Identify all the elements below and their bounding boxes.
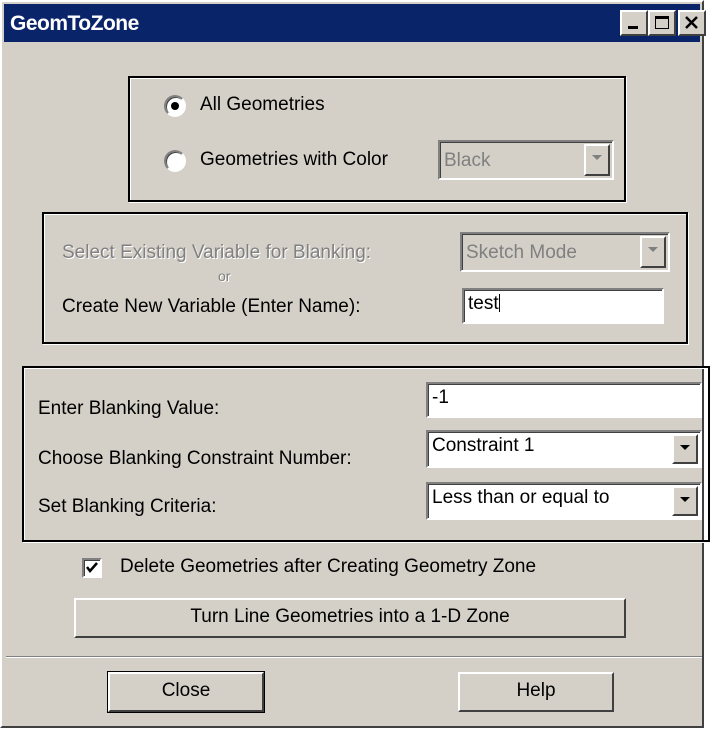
- blanking-criteria-select[interactable]: Less than or equal to: [426, 482, 702, 520]
- line-geometries-to-1d-zone-label: Turn Line Geometries into a 1-D Zone: [190, 606, 510, 627]
- help-button[interactable]: Help: [458, 672, 614, 712]
- blanking-constraint-select[interactable]: Constraint 1: [426, 430, 702, 468]
- chevron-down-icon: [592, 155, 602, 160]
- existing-variable-value: Sketch Mode: [466, 242, 577, 263]
- blanking-value-input[interactable]: -1: [426, 382, 702, 418]
- line-geometries-to-1d-zone-button[interactable]: Turn Line Geometries into a 1-D Zone: [74, 598, 626, 638]
- chevron-down-icon: [680, 497, 690, 502]
- chevron-down-icon: [648, 247, 658, 252]
- radio-selected-dot: [171, 102, 179, 110]
- color-dropdown-button[interactable]: [584, 144, 610, 176]
- or-label: or: [218, 268, 231, 284]
- maximize-icon: [655, 16, 669, 29]
- blanking-constraint-label: Choose Blanking Constraint Number:: [38, 448, 352, 469]
- blanking-criteria-value: Less than or equal to: [432, 487, 610, 508]
- delete-geometries-label[interactable]: Delete Geometries after Creating Geometr…: [120, 556, 536, 578]
- window-title: GeomToZone: [10, 12, 139, 35]
- all-geometries-radio[interactable]: [164, 95, 186, 117]
- close-icon: [685, 16, 698, 29]
- title-bar[interactable]: GeomToZone: [4, 4, 706, 42]
- constraint-dropdown-button[interactable]: [672, 434, 698, 464]
- checkmark-icon: [86, 562, 98, 573]
- close-button-label: Close: [161, 680, 211, 701]
- existing-variable-dropdown-button[interactable]: [640, 236, 666, 268]
- blanking-criteria-label: Set Blanking Criteria:: [38, 496, 217, 517]
- delete-geometries-checkbox[interactable]: [82, 558, 102, 578]
- help-button-label: Help: [516, 680, 556, 701]
- existing-variable-select[interactable]: Sketch Mode: [460, 232, 670, 272]
- color-select[interactable]: Black: [438, 140, 614, 180]
- close-button[interactable]: Close: [107, 671, 265, 713]
- all-geometries-label[interactable]: All Geometries: [200, 94, 325, 116]
- new-variable-name-value: test: [468, 293, 499, 314]
- bottom-separator: [6, 656, 702, 658]
- color-select-value: Black: [444, 150, 491, 171]
- criteria-dropdown-button[interactable]: [672, 486, 698, 516]
- select-existing-variable-label: Select Existing Variable for Blanking:: [62, 242, 372, 263]
- chevron-down-icon: [680, 445, 690, 450]
- minimize-button[interactable]: [620, 10, 648, 36]
- blanking-value: -1: [432, 387, 449, 408]
- blanking-value-label: Enter Blanking Value:: [38, 398, 220, 419]
- minimize-icon: [628, 26, 638, 29]
- geometries-with-color-radio[interactable]: [164, 150, 186, 172]
- blanking-constraint-value: Constraint 1: [432, 435, 535, 456]
- new-variable-name-input[interactable]: test: [462, 288, 664, 324]
- text-cursor: [498, 294, 500, 312]
- close-window-button[interactable]: [678, 10, 706, 36]
- geometries-with-color-label[interactable]: Geometries with Color: [200, 149, 388, 171]
- maximize-button[interactable]: [648, 10, 676, 36]
- geom-to-zone-dialog: GeomToZone All Geometries Geometries wit…: [0, 0, 710, 728]
- create-new-variable-label: Create New Variable (Enter Name):: [62, 296, 361, 317]
